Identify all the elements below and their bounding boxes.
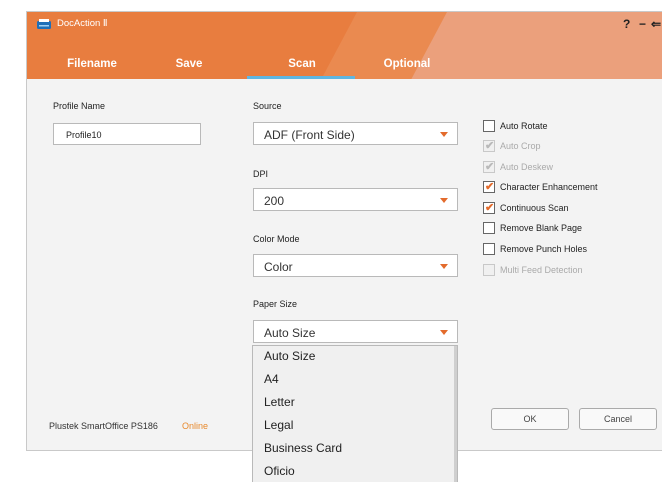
option-label: Auto Crop — [500, 141, 541, 151]
checkbox: ✔ — [483, 161, 495, 173]
option-multi-feed-detection: Multi Feed Detection — [483, 264, 653, 278]
profile-name-value: Profile10 — [66, 130, 102, 140]
checkmark-icon: ✔ — [485, 140, 495, 152]
option-remove-punch-holes[interactable]: Remove Punch Holes — [483, 243, 653, 257]
tab-optional[interactable]: Optional — [372, 58, 442, 70]
source-label: Source — [253, 101, 282, 111]
paper-size-select[interactable]: Auto Size — [253, 320, 458, 343]
option-label: Auto Rotate — [500, 121, 548, 131]
tab-save[interactable]: Save — [159, 58, 219, 70]
tab-bar: Filename Save Scan Optional — [27, 54, 662, 79]
scanner-icon — [37, 19, 51, 29]
dropdown-option-legal[interactable]: Legal — [264, 418, 293, 432]
window-header: DocAction Ⅱ ? − ⇐ Filename Save Scan Opt… — [27, 12, 662, 79]
paper-size-dropdown: Auto Size A4 Letter Legal Business Card … — [252, 345, 458, 482]
help-button[interactable]: ? — [623, 17, 630, 31]
tab-scan[interactable]: Scan — [267, 58, 337, 70]
title-bar: DocAction Ⅱ ? − ⇐ — [27, 12, 662, 36]
back-button[interactable]: ⇐ — [651, 17, 661, 31]
checkbox[interactable] — [483, 222, 495, 234]
checkmark-icon: ✔ — [485, 161, 495, 173]
dropdown-option-auto-size[interactable]: Auto Size — [264, 349, 315, 363]
dropdown-option-oficio[interactable]: Oficio — [264, 464, 295, 478]
option-remove-blank-page[interactable]: Remove Blank Page — [483, 222, 653, 236]
source-select[interactable]: ADF (Front Side) — [253, 122, 458, 145]
option-auto-crop: ✔ Auto Crop — [483, 140, 653, 154]
device-status: Online — [182, 421, 209, 431]
cancel-button[interactable]: Cancel — [579, 408, 657, 430]
option-label: Auto Deskew — [500, 162, 554, 172]
color-mode-select[interactable]: Color — [253, 254, 458, 277]
minimize-button[interactable]: − — [639, 17, 646, 31]
option-label: Remove Blank Page — [500, 223, 583, 233]
dpi-label: DPI — [253, 169, 269, 179]
chevron-down-icon — [440, 264, 448, 269]
dropdown-option-business-card[interactable]: Business Card — [264, 441, 342, 455]
checkbox[interactable]: ✔ — [483, 202, 495, 214]
checkbox[interactable] — [483, 243, 495, 255]
option-continuous-scan[interactable]: ✔ Continuous Scan — [483, 202, 653, 216]
color-mode-value: Color — [264, 260, 293, 274]
option-character-enhancement[interactable]: ✔ Character Enhancement — [483, 181, 653, 195]
chevron-down-icon — [440, 132, 448, 137]
source-value: ADF (Front Side) — [264, 128, 355, 142]
profile-name-label: Profile Name — [53, 101, 106, 111]
dpi-value: 200 — [264, 194, 285, 208]
chevron-down-icon — [440, 330, 448, 335]
profile-name-input[interactable]: Profile10 — [53, 123, 201, 145]
dropdown-scrollbar[interactable] — [454, 346, 457, 482]
checkbox[interactable] — [483, 120, 495, 132]
dropdown-option-a4[interactable]: A4 — [264, 372, 279, 386]
option-label: Character Enhancement — [500, 182, 598, 192]
color-mode-label: Color Mode — [253, 234, 300, 244]
option-label: Remove Punch Holes — [500, 244, 588, 254]
device-name: Plustek SmartOffice PS186 — [49, 421, 158, 431]
ok-button[interactable]: OK — [491, 408, 569, 430]
dpi-select[interactable]: 200 — [253, 188, 458, 211]
checkmark-icon: ✔ — [485, 181, 495, 193]
option-label: Multi Feed Detection — [500, 265, 583, 275]
app-title: DocAction Ⅱ — [57, 18, 108, 29]
checkbox[interactable]: ✔ — [483, 181, 495, 193]
active-tab-indicator — [247, 76, 355, 79]
paper-size-label: Paper Size — [253, 299, 298, 309]
option-auto-rotate[interactable]: Auto Rotate — [483, 120, 653, 134]
tab-filename[interactable]: Filename — [57, 58, 127, 70]
paper-size-value: Auto Size — [264, 326, 316, 340]
checkmark-icon: ✔ — [485, 202, 495, 214]
checkbox — [483, 264, 495, 276]
option-label: Continuous Scan — [500, 203, 569, 213]
chevron-down-icon — [440, 198, 448, 203]
checkbox: ✔ — [483, 140, 495, 152]
option-auto-deskew: ✔ Auto Deskew — [483, 161, 653, 175]
dropdown-option-letter[interactable]: Letter — [264, 395, 295, 409]
